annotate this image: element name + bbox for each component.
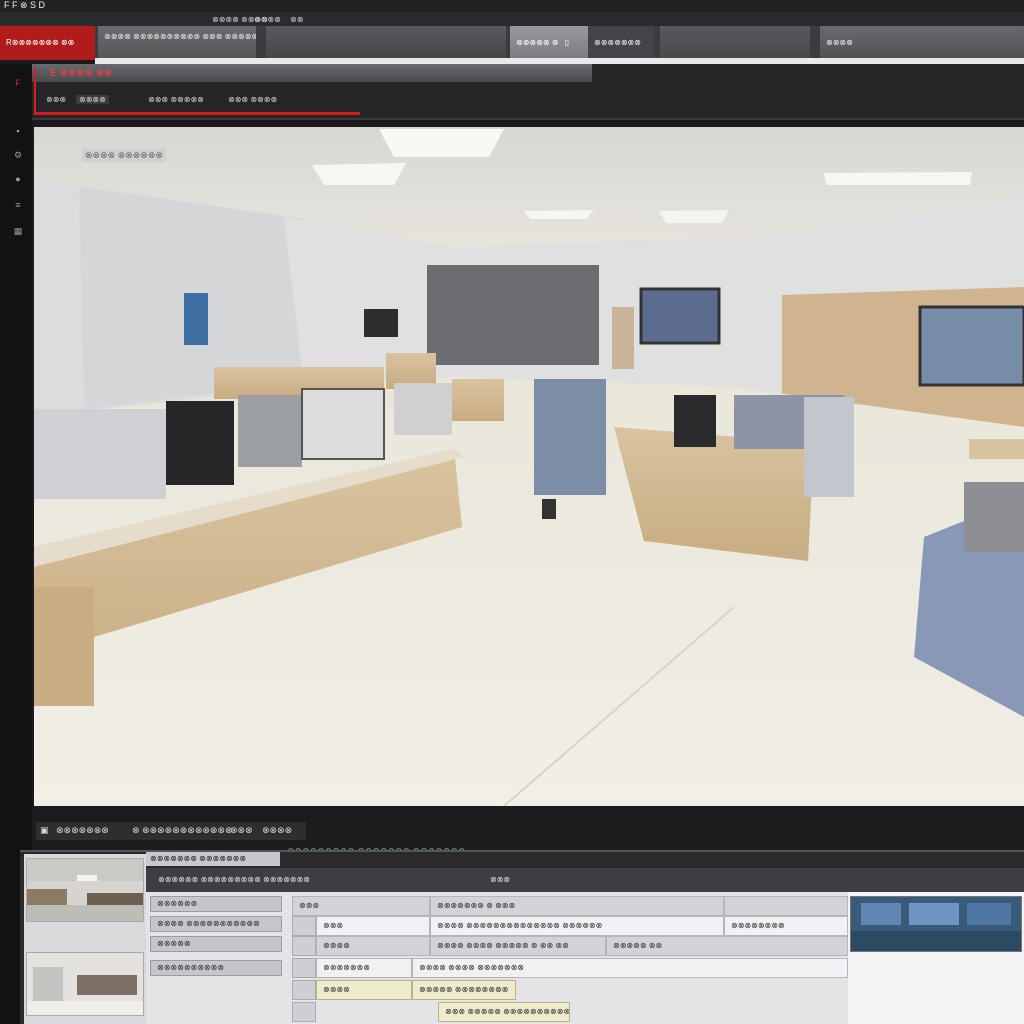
tab-5[interactable]: ⊗⊗⊗⊗⊗⊗⊗ [588,26,654,60]
status-bar: ▣ ⊗⊗⊗⊗⊗⊗⊗ ⊗ ⊗⊗⊗⊗⊗⊗⊗⊗⊗⊗⊗⊗ ⊗⊗⊗ ⊗⊗⊗⊗ ⊗⊗⊗⊗⊗⊗… [32,806,1024,856]
row-icon [292,958,316,978]
window-title: F F ⊗ S D [4,0,46,10]
table-cell[interactable]: ⊗⊗⊗⊗ ⊗⊗⊗⊗ ⊗⊗⊗⊗⊗ ⊗ ⊗⊗ ⊗⊗ [430,936,606,956]
tab-3[interactable] [266,26,506,60]
thumbnail-image-1 [27,859,143,921]
table-cell[interactable]: ⊗⊗⊗⊗ ⊗⊗⊗⊗ ⊗⊗⊗⊗⊗⊗⊗ [412,958,848,978]
tab-close-icon[interactable]: ▯ [565,38,569,47]
table-cell[interactable]: ⊗⊗⊗⊗⊗⊗⊗⊗ [724,916,848,936]
tab-2[interactable]: ⊗⊗⊗⊗ ⊗⊗⊗⊗⊗⊗⊗⊗⊗⊗ ⊗⊗⊗ ⊗⊗⊗⊗⊗⊗ ⊗⊗⊗⊗⊗⊗⊗⊗ ⊗⊗⊗⊗… [98,26,256,60]
side-item-1[interactable]: ⊗⊗⊗⊗⊗⊗ [150,896,282,912]
preview-image [851,897,1021,951]
row-icon [292,936,316,956]
list-icon[interactable]: ≡ [12,200,24,210]
tab-6[interactable] [660,26,810,60]
table-cell: ⊗⊗⊗ [292,896,430,916]
app-logo-icon: F [15,78,21,88]
status-text-2: ⊗ ⊗⊗⊗⊗⊗⊗⊗⊗⊗⊗⊗⊗ [132,825,233,835]
details-table: ⊗⊗⊗ ⊗⊗⊗⊗⊗⊗⊗ ⊗ ⊗⊗⊗ ⊗⊗⊗ ⊗⊗⊗⊗ ⊗⊗⊗⊗⊗⊗⊗⊗⊗⊗⊗⊗⊗… [292,896,848,1024]
tool-button-2[interactable]: ⊗⊗⊗⊗ [76,95,109,104]
menu-item-2[interactable]: ⊗⊗⊗⊗ [254,15,281,24]
divider [32,118,1024,120]
side-list: ⊗⊗⊗⊗⊗⊗ ⊗⊗⊗⊗ ⊗⊗⊗⊗⊗⊗⊗⊗⊗⊗⊗ ⊗⊗⊗⊗⊗ ⊗⊗⊗⊗⊗⊗⊗⊗⊗⊗ [150,896,284,1020]
panel-toolbar: ⊗⊗⊗ ⊗⊗⊗⊗ ⊗⊗⊗ ⊗⊗⊗⊗⊗ ⊗⊗⊗ ⊗⊗⊗⊗ [32,86,362,114]
table-cell[interactable]: ⊗⊗⊗⊗ [316,936,430,956]
side-item-4[interactable]: ⊗⊗⊗⊗⊗⊗⊗⊗⊗⊗ [150,960,282,976]
status-text-3: ⊗⊗⊗ [230,825,253,835]
tool-button-3[interactable]: ⊗⊗⊗ ⊗⊗⊗⊗⊗ [148,95,204,104]
table-cell[interactable]: ⊗⊗⊗ [316,916,430,936]
table-cell[interactable]: ⊗⊗⊗⊗ [316,980,412,1000]
status-info: ▣ ⊗⊗⊗⊗⊗⊗⊗ ⊗ ⊗⊗⊗⊗⊗⊗⊗⊗⊗⊗⊗⊗ ⊗⊗⊗ ⊗⊗⊗⊗ [36,822,306,840]
tool-button-1[interactable]: ⊗⊗⊗ [46,95,66,104]
panel-title: E ⊗⊗⊗⊗ ⊗⊗ [50,68,113,79]
bottom-header: ⊗⊗⊗⊗⊗⊗ ⊗⊗⊗⊗⊗⊗⊗⊗⊗ ⊗⊗⊗⊗⊗⊗⊗ ⊗⊗⊗ [146,868,1024,892]
table-cell[interactable]: ⊗⊗⊗⊗⊗ ⊗⊗⊗⊗⊗⊗⊗⊗ [412,980,516,1000]
menu-item-3[interactable]: ⊗⊗ [290,15,303,24]
menu-bar: ⊗⊗⊗⊗ ⊗⊗⊗⊗ ⊗⊗⊗⊗ ⊗⊗ [0,12,1024,26]
bottom-tab[interactable]: ⊗⊗⊗⊗⊗⊗⊗ ⊗⊗⊗⊗⊗⊗⊗ [146,852,280,866]
thumbnail-image-2 [27,953,143,1015]
side-item-3[interactable]: ⊗⊗⊗⊗⊗ [150,936,282,952]
tool-button-4[interactable]: ⊗⊗⊗ ⊗⊗⊗⊗ [228,95,277,104]
camera-icon[interactable]: ▪ [12,126,24,136]
title-bar: F F ⊗ S D [0,0,1024,12]
office-scene-image [34,127,1024,806]
tab-strip: R⊗⊗⊗⊗⊗⊗⊗ ⊗⊗ ⊗⊗⊗⊗ ⊗⊗⊗⊗⊗⊗⊗⊗⊗⊗ ⊗⊗⊗ ⊗⊗⊗⊗⊗ ⊗ ⊗… [0,26,1024,60]
thumbnail-2[interactable] [26,952,144,1016]
row-icon [292,916,316,936]
thumbnail-strip [24,854,146,1024]
camera-viewport[interactable]: ⊗⊗⊗⊗ ⊗⊗⊗⊗⊗⊗ [34,127,1024,806]
tab-4-label: ⊗⊗⊗⊗⊗ ⊗ [516,38,559,47]
grid-icon[interactable]: ▦ [12,226,24,236]
active-tool-underline [34,112,360,115]
tab-active[interactable]: R⊗⊗⊗⊗⊗⊗⊗ ⊗⊗ [0,26,95,60]
table-cell [724,896,848,916]
thumbnail-1[interactable] [26,858,144,922]
status-text-4: ⊗⊗⊗⊗ [262,825,293,835]
tab-4[interactable]: ⊗⊗⊗⊗⊗ ⊗ ▯ [510,26,588,60]
camera-label: ⊗⊗⊗⊗ ⊗⊗⊗⊗⊗⊗ [82,149,166,162]
table-cell[interactable]: ⊗⊗⊗⊗⊗⊗⊗ [316,958,412,978]
status-icon: ▣ [40,825,49,835]
bottom-header-text: ⊗⊗⊗⊗⊗⊗ ⊗⊗⊗⊗⊗⊗⊗⊗⊗ ⊗⊗⊗⊗⊗⊗⊗ [158,875,310,884]
preview-thumbnail[interactable] [850,896,1022,952]
preview-pane [848,892,1024,1024]
record-icon[interactable]: ● [12,174,24,184]
row-icon [292,980,316,1000]
settings-icon[interactable]: ⚙ [12,150,24,160]
status-text-1: ⊗⊗⊗⊗⊗⊗⊗ [56,825,109,835]
table-cell[interactable]: ⊗⊗⊗⊗ ⊗⊗⊗⊗⊗⊗⊗⊗⊗⊗⊗⊗⊗⊗ ⊗⊗⊗⊗⊗⊗ [430,916,724,936]
table-cell[interactable]: ⊗⊗⊗ ⊗⊗⊗⊗⊗ ⊗⊗⊗⊗⊗⊗⊗⊗⊗⊗⊗⊗ [438,1002,570,1022]
panel-title-bar: E ⊗⊗⊗⊗ ⊗⊗ [32,64,592,82]
side-item-2[interactable]: ⊗⊗⊗⊗ ⊗⊗⊗⊗⊗⊗⊗⊗⊗⊗⊗ [150,916,282,932]
row-icon [292,1002,316,1022]
table-cell: ⊗⊗⊗⊗⊗⊗⊗ ⊗ ⊗⊗⊗ [430,896,724,916]
table-cell[interactable]: ⊗⊗⊗⊗⊗ ⊗⊗ [606,936,848,956]
tab-7[interactable]: ⊗⊗⊗⊗ [820,26,1024,60]
bottom-header-text-2: ⊗⊗⊗ [490,875,511,884]
